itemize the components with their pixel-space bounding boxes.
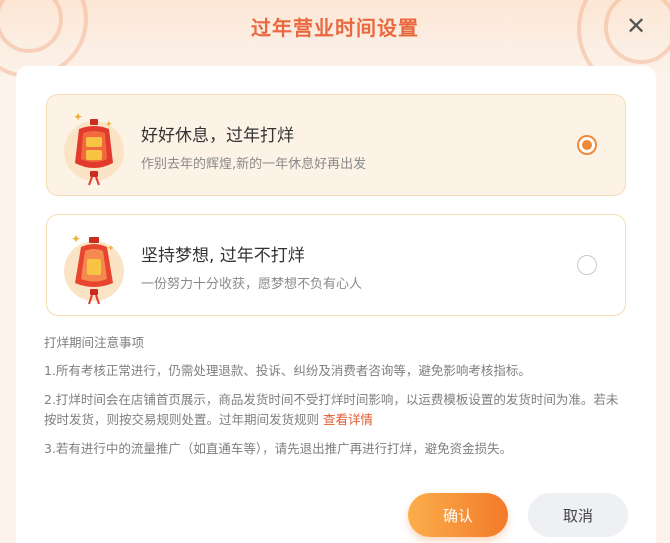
svg-text:✦: ✦ xyxy=(73,110,83,124)
lantern-icon: ✦ ✦ xyxy=(64,232,124,305)
radio-selected[interactable] xyxy=(577,135,597,155)
close-icon[interactable]: ✕ xyxy=(622,12,650,40)
svg-text:✦: ✦ xyxy=(107,244,115,254)
cancel-button[interactable]: 取消 xyxy=(528,493,628,537)
note-item: 3.若有进行中的流量推广（如直通车等），请先退出推广再进行打烊，避免资金损失。 xyxy=(44,441,513,456)
confirm-button[interactable]: 确认 xyxy=(408,493,508,537)
notes-section: 打烊期间注意事项 1.所有考核正常进行，仍需处理退款、投诉、纠纷及消费者咨询等，… xyxy=(44,333,624,468)
dialog-content: ✦ ✦ 好好休息，过年打烊 作别去年的辉煌,新的一年休息好再出发 ✦ ✦ 坚持梦… xyxy=(16,66,656,543)
option-subtitle: 作别去年的辉煌,新的一年休息好再出发 xyxy=(141,157,367,172)
option-title: 好好休息，过年打烊 xyxy=(141,126,294,146)
option-rest-closed[interactable]: ✦ ✦ 好好休息，过年打烊 作别去年的辉煌,新的一年休息好再出发 xyxy=(46,94,626,196)
lantern-icon: ✦ ✦ xyxy=(64,110,124,186)
option-subtitle: 一份努力十分收获，愿梦想不负有心人 xyxy=(141,277,363,292)
dialog-title: 过年营业时间设置 xyxy=(251,16,419,40)
business-hours-dialog: 过年营业时间设置 ✕ ✦ ✦ 好好休息，过年打烊 作别去年的辉煌,新的一年休息好… xyxy=(0,0,670,543)
option-title: 坚持梦想, 过年不打烊 xyxy=(141,246,305,266)
svg-text:✦: ✦ xyxy=(71,232,81,246)
option-keep-open[interactable]: ✦ ✦ 坚持梦想, 过年不打烊 一份努力十分收获，愿梦想不负有心人 xyxy=(46,214,626,316)
notes-title: 打烊期间注意事项 xyxy=(44,335,145,350)
radio-unselected[interactable] xyxy=(577,255,597,275)
note-item: 1.所有考核正常进行，仍需处理退款、投诉、纠纷及消费者咨询等，避免影响考核指标。 xyxy=(44,363,531,378)
note-item-with-link: 2.打烊时间会在店铺首页展示，商品发货时间不受打烊时间影响，以运费模板设置的发货… xyxy=(44,390,624,430)
view-details-link[interactable]: 查看详情 xyxy=(323,412,373,427)
